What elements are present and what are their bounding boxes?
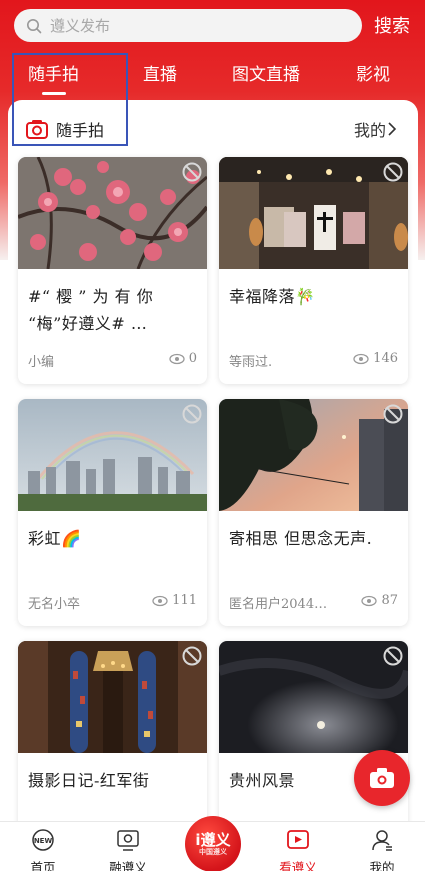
nav-item-home[interactable]: NEW 首页	[13, 828, 73, 871]
post-image	[18, 641, 207, 753]
post-title: #“ 樱 ” 为 有 你 “梅”好遵义# …	[28, 287, 154, 333]
tab-video[interactable]: 影视	[356, 60, 390, 85]
search-button[interactable]: 搜索	[374, 12, 410, 38]
eye-icon	[361, 595, 378, 606]
top-tabs: 随手拍 直播 图文直播 影视	[0, 60, 425, 92]
post-views: 87	[361, 593, 398, 608]
nav-center-logo: i遵义	[195, 830, 231, 849]
post-author: 匿名用户2044…	[229, 597, 328, 612]
post-title: 彩虹🌈	[28, 529, 82, 548]
post-views: 146	[353, 351, 398, 366]
eye-icon	[169, 353, 185, 364]
nav-label: 我的	[369, 860, 395, 871]
tab-live[interactable]: 直播	[143, 60, 177, 85]
nav-center-sub: 中国遵义	[199, 847, 227, 856]
post-author: 无名小卒	[28, 597, 81, 612]
camera-fab-button[interactable]	[354, 750, 410, 806]
nav-label: 融遵义	[109, 860, 147, 871]
post-title: 幸福降落🎋	[229, 287, 316, 306]
section-header: 随手拍	[26, 117, 104, 141]
post-author: 小编	[28, 355, 55, 370]
post-image	[219, 157, 408, 269]
tab-suishoupai[interactable]: 随手拍	[28, 60, 79, 85]
search-icon	[27, 18, 42, 33]
view-count: 111	[172, 593, 197, 608]
search-input[interactable]	[50, 16, 330, 35]
post-views: 0	[169, 351, 197, 366]
block-icon[interactable]	[181, 403, 203, 425]
nav-label: 看遵义	[279, 860, 317, 871]
post-image	[219, 641, 408, 753]
mine-label: 我的	[354, 121, 387, 140]
profile-icon	[372, 830, 392, 851]
post-title: 摄影日记-红军街	[28, 771, 150, 790]
nav-center-button[interactable]: i遵义 中国遵义	[185, 816, 241, 871]
post-image	[219, 399, 408, 511]
tab-graphic-live[interactable]: 图文直播	[232, 60, 300, 85]
view-count: 146	[373, 351, 398, 366]
block-icon[interactable]	[181, 161, 203, 183]
chevron-right-icon	[388, 122, 397, 136]
post-title: 寄相思 但思念无声.	[229, 529, 373, 548]
block-icon[interactable]	[382, 161, 404, 183]
camera-icon	[26, 120, 48, 139]
home-new-icon: NEW	[32, 829, 54, 851]
post-author: 等雨过.	[229, 355, 273, 370]
nav-item-kanzunyi[interactable]: 看遵义	[268, 828, 328, 871]
post-card[interactable]: 幸福降落🎋 等雨过. 146	[219, 157, 408, 384]
nav-item-rongzunyi[interactable]: 融遵义	[98, 828, 158, 871]
svg-text:NEW: NEW	[34, 837, 53, 845]
post-card[interactable]: 寄相思 但思念无声. 匿名用户2044… 87	[219, 399, 408, 626]
active-tab-indicator	[42, 92, 66, 95]
nav-item-mine[interactable]: 我的	[352, 828, 412, 871]
post-image	[18, 399, 207, 511]
view-count: 87	[381, 593, 398, 608]
camera-icon	[370, 768, 394, 788]
view-count: 0	[188, 351, 197, 366]
eye-icon	[353, 353, 369, 364]
eye-icon	[152, 595, 168, 606]
search-bar[interactable]	[14, 9, 362, 42]
section-title: 随手拍	[56, 121, 105, 140]
post-card[interactable]: #“ 樱 ” 为 有 你 “梅”好遵义# … 小编 0	[18, 157, 207, 384]
post-card[interactable]: 彩虹🌈 无名小卒 111	[18, 399, 207, 626]
post-views: 111	[152, 593, 197, 608]
tv-icon	[117, 830, 139, 851]
video-icon	[287, 830, 309, 849]
block-icon[interactable]	[382, 645, 404, 667]
mine-link[interactable]: 我的	[354, 117, 398, 141]
block-icon[interactable]	[382, 403, 404, 425]
block-icon[interactable]	[181, 645, 203, 667]
post-image	[18, 157, 207, 269]
nav-label: 首页	[30, 860, 56, 871]
